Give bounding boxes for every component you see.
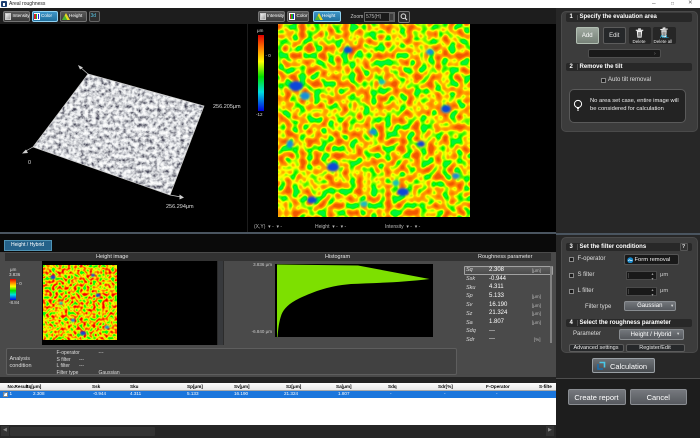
svg-text:256.294μm: 256.294μm [166,204,194,210]
svg-text:0: 0 [28,160,31,166]
svg-text:256.205μm: 256.205μm [213,104,241,110]
